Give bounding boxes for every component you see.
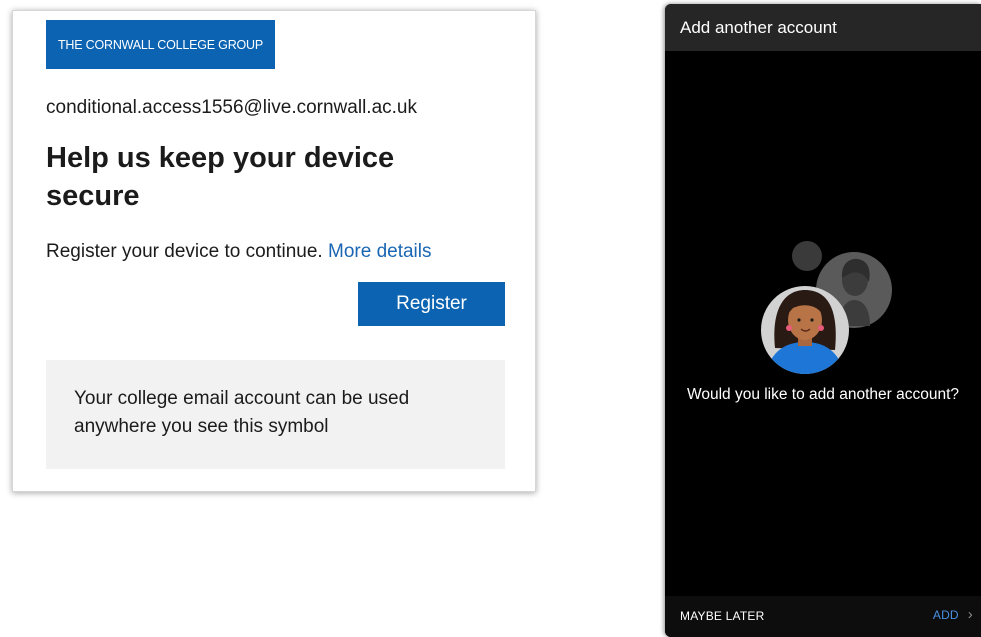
small-dot-shape <box>792 241 822 271</box>
phone-header: Add another account <box>665 4 981 51</box>
more-details-link[interactable]: More details <box>328 241 432 262</box>
phone-header-title: Add another account <box>680 18 837 37</box>
phone-screen: Add another account Would you like to ad… <box>665 4 981 637</box>
phone-footer: MAYBE LATER ADD › <box>665 596 981 637</box>
add-button-label: ADD <box>932 608 959 622</box>
page-title: Help us keep your device secure <box>46 142 395 212</box>
register-prompt-text: Register your device to continue. <box>46 241 323 262</box>
account-email: conditional.access1556@live.cornwall.ac.… <box>46 97 417 118</box>
maybe-later-button[interactable]: MAYBE LATER <box>680 609 764 623</box>
info-box: Your college email account can be used a… <box>46 360 505 469</box>
register-button[interactable]: Register <box>358 282 505 326</box>
chevron-right-icon: › <box>967 606 973 623</box>
sign-in-card: THE CORNWALL COLLEGE GROUP conditional.a… <box>12 10 536 492</box>
add-button[interactable]: ADD › <box>932 606 973 623</box>
two-person-avatars-illustration <box>761 241 892 374</box>
info-box-text: Your college email account can be used a… <box>74 388 410 437</box>
register-prompt-line: Register your device to continue. More d… <box>46 241 432 263</box>
add-account-prompt: Would you like to add another account? <box>686 386 959 403</box>
brand-banner-logo: THE CORNWALL COLLEGE GROUP <box>46 20 275 69</box>
